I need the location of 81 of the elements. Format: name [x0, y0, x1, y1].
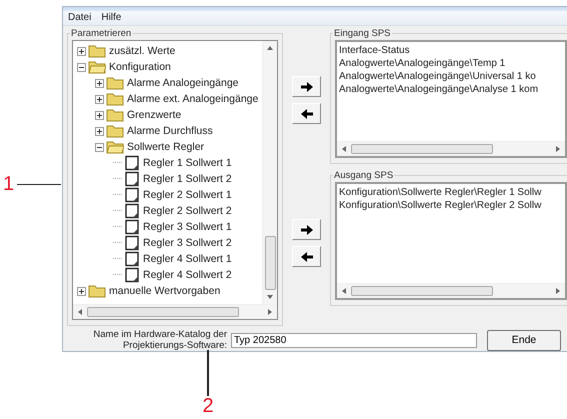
tree-item[interactable]: Regler 3 Sollwert 1 [142, 221, 232, 233]
group-title: Eingang SPS [333, 28, 392, 39]
horizontal-scrollbar[interactable] [337, 141, 565, 156]
tree-item[interactable]: Grenzwerte [126, 109, 182, 121]
document-icon [124, 187, 140, 203]
vertical-scrollbar[interactable] [262, 41, 277, 304]
tree-item[interactable]: Alarme Durchfluss [126, 125, 213, 137]
tree-line [113, 258, 122, 260]
scroll-thumb[interactable] [351, 286, 493, 296]
expand-toggle[interactable] [77, 46, 86, 56]
move-right-button[interactable] [292, 76, 321, 97]
callout-number: 2 [202, 396, 214, 416]
folder-icon [88, 284, 106, 298]
horizontal-scrollbar[interactable] [73, 304, 277, 319]
tree-item[interactable]: Regler 4 Sollwert 2 [142, 269, 232, 281]
tree-item[interactable]: Alarme Analogeingänge [126, 77, 239, 89]
document-icon [124, 267, 140, 283]
tree-line [113, 162, 122, 164]
callout-number: 1 [3, 174, 14, 194]
expand-toggle[interactable] [95, 126, 104, 136]
field-label: Name im Hardware-Katalog der Projektierungs-Software: [92, 329, 227, 351]
menu-item[interactable]: Datei [68, 12, 92, 24]
expand-toggle[interactable] [95, 94, 104, 104]
list-item[interactable]: Analogwerte\Analogeingänge\Universal 1 ko [339, 70, 565, 83]
list-item[interactable]: Konfiguration\Sollwerte Regler\Regler 1 Sollw [339, 186, 565, 199]
scroll-thumb[interactable] [351, 144, 493, 154]
document-icon [124, 155, 140, 171]
left-arrow-icon [300, 108, 312, 118]
tree-item[interactable]: manuelle Wertvorgaben [108, 285, 220, 297]
list-item[interactable]: Analogwerte\Analogeingänge\Temp 1 [339, 57, 565, 70]
list-item[interactable]: Analogwerte\Analogeingänge\Analyse 1 kom [339, 83, 565, 96]
tree-item[interactable]: Regler 1 Sollwert 1 [142, 157, 232, 169]
tree-line [113, 210, 122, 212]
document-icon [124, 203, 140, 219]
tree-item[interactable]: Regler 1 Sollwert 2 [142, 173, 232, 185]
folder-icon [106, 108, 124, 122]
open-folder-icon [88, 60, 106, 74]
expand-toggle[interactable] [95, 78, 104, 88]
tree-line [113, 226, 122, 228]
expand-toggle[interactable] [95, 110, 104, 120]
list-item[interactable]: Interface-Status [339, 44, 565, 57]
document-icon [124, 235, 140, 251]
expand-toggle[interactable] [77, 62, 86, 72]
tree-line [113, 274, 122, 276]
scroll-thumb[interactable] [87, 307, 239, 317]
document-icon [124, 219, 140, 235]
group-title: Parametrieren [70, 28, 132, 39]
tree-item[interactable]: zusätzl. Werte [108, 45, 176, 57]
move-left-button[interactable] [292, 103, 321, 124]
tree-item[interactable]: Regler 2 Sollwert 2 [142, 205, 232, 217]
menu-item[interactable]: Hilfe [101, 12, 122, 24]
tree-line [113, 242, 122, 244]
tree-item[interactable]: Regler 3 Sollwert 2 [142, 237, 232, 249]
group-title: Ausgang SPS [333, 170, 394, 181]
input-field[interactable]: Typ 202580 [231, 332, 477, 348]
folder-icon [88, 44, 106, 58]
document-icon [124, 251, 140, 267]
horizontal-scrollbar[interactable] [337, 283, 565, 298]
tree-line [113, 178, 122, 180]
end-button[interactable]: Ende [487, 330, 561, 350]
tree-item[interactable]: Sollwerte Regler [126, 141, 204, 153]
tree-item[interactable]: Alarme ext. Analogeingänge [126, 93, 258, 105]
tree-item[interactable]: Regler 2 Sollwert 1 [142, 189, 232, 201]
folder-icon [106, 124, 124, 138]
tree-line [113, 194, 122, 196]
tree-item[interactable]: Konfiguration [108, 61, 171, 73]
right-arrow-icon [300, 82, 312, 92]
move-right-button[interactable] [292, 219, 321, 240]
list-item[interactable]: Konfiguration\Sollwerte Regler\Regler 2 Sollw [339, 199, 565, 212]
folder-icon [106, 76, 124, 90]
right-arrow-icon [300, 224, 312, 234]
document-icon [124, 171, 140, 187]
expand-toggle[interactable] [77, 286, 86, 296]
tree-item[interactable]: Regler 4 Sollwert 1 [142, 253, 232, 265]
move-left-button[interactable] [292, 246, 321, 267]
open-folder-icon [106, 140, 124, 154]
expand-toggle[interactable] [95, 142, 104, 152]
scroll-thumb[interactable] [265, 236, 276, 290]
left-arrow-icon [300, 252, 312, 262]
folder-icon [106, 92, 124, 106]
leader-line [207, 350, 209, 396]
